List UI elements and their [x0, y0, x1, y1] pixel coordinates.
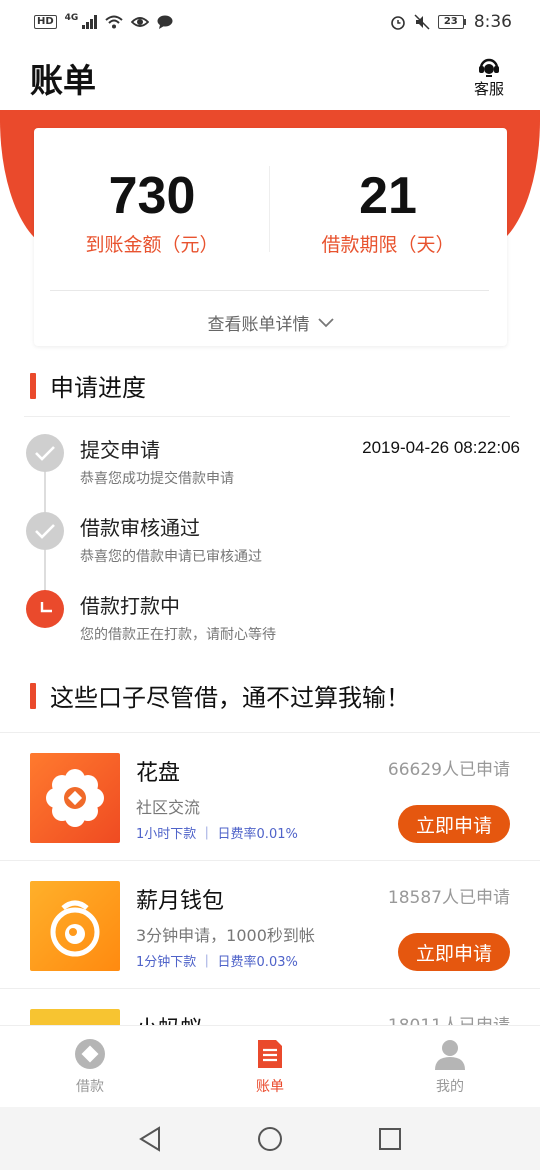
loan-tagline: 3分钟申请，1000秒到帐 — [136, 926, 315, 945]
check-icon — [26, 434, 64, 472]
view-bill-details-label: 查看账单详情 — [207, 315, 310, 335]
step-title: 提交申请 — [80, 438, 160, 462]
apply-now-button[interactable]: 立即申请 — [398, 933, 510, 971]
battery-icon: 23 — [437, 15, 466, 29]
clock-icon — [26, 590, 64, 628]
progress-step-disbursing: 借款打款中 您的借款正在打款，请耐心等待 — [26, 590, 526, 650]
loan-name: 小蚂蚁 — [136, 1011, 202, 1025]
progress-section-header: 申请进度 — [30, 368, 146, 403]
recents-button[interactable] — [370, 1119, 410, 1159]
clock: 8:36 — [473, 12, 512, 32]
term-value: 21 — [359, 167, 417, 225]
loan-icon — [75, 1039, 105, 1069]
section-accent-bar — [30, 372, 36, 399]
wifi-icon — [105, 15, 123, 29]
back-button[interactable] — [130, 1119, 170, 1159]
amount-label: 到账金额（元） — [85, 234, 219, 256]
progress-step-approved: 借款审核通过 恭喜您的借款申请已审核通过 — [26, 512, 526, 572]
promo-section-title: 这些口子尽管借，通不过算我输！ — [50, 684, 410, 712]
step-description: 您的借款正在打款，请耐心等待 — [80, 627, 276, 643]
list-item[interactable]: 花盘 社区交流 1小时下款 ｜ 日费率0.01% 66629人已申请 立即申请 — [0, 733, 540, 861]
bottom-tab-bar: 借款 账单 我的 — [0, 1025, 540, 1107]
app-header: 账单 客服 — [0, 44, 540, 110]
page-title: 账单 — [30, 61, 96, 100]
eye-icon — [131, 17, 150, 27]
wallet-logo-icon — [30, 881, 120, 971]
list-item[interactable]: 小蚂蚁 18011人已申请 — [0, 989, 540, 1025]
step-title: 借款打款中 — [80, 594, 180, 618]
section-accent-bar — [30, 682, 36, 709]
progress-step-submitted: 提交申请 恭喜您成功提交借款申请 2019-04-26 08:22:06 — [26, 434, 526, 494]
progress-divider — [24, 416, 510, 417]
tab-loan[interactable]: 借款 — [0, 1026, 180, 1107]
chevron-down-icon — [317, 317, 334, 327]
step-title: 借款审核通过 — [80, 516, 200, 540]
progress-section-title: 申请进度 — [50, 374, 146, 402]
applicant-count: 18011人已申请 — [388, 1011, 510, 1025]
term-label: 借款期限（天） — [321, 234, 455, 256]
list-item[interactable]: 薪月钱包 3分钟申请，1000秒到帐 1分钟下款 ｜ 日费率0.03% 1858… — [0, 861, 540, 989]
recents-square-icon — [379, 1127, 401, 1150]
amount-value: 730 — [108, 167, 196, 225]
apply-now-button[interactable]: 立即申请 — [398, 805, 510, 843]
check-icon — [26, 512, 64, 550]
tab-label: 账单 — [256, 1079, 284, 1095]
signal-icon — [82, 15, 98, 29]
loan-meta: 1分钟下款 ｜ 日费率0.03% — [136, 955, 298, 970]
home-circle-icon — [258, 1126, 282, 1151]
back-triangle-icon — [139, 1125, 160, 1152]
bill-summary-card: 730 到账金额（元） 21 借款期限（天） 查看账单详情 — [34, 128, 507, 346]
card-divider — [50, 290, 489, 291]
applicant-count: 66629人已申请 — [387, 760, 510, 780]
bill-icon — [258, 1040, 282, 1068]
step-description: 恭喜您的借款申请已审核通过 — [80, 549, 262, 565]
loan-name: 花盘 — [136, 761, 181, 786]
amount-stat: 730 到账金额（元） — [34, 168, 270, 257]
mute-icon — [414, 14, 430, 30]
status-bar-left: HD 4G — [34, 13, 173, 29]
network-type: 4G — [64, 13, 79, 23]
loan-meta: 1小时下款 ｜ 日费率0.01% — [136, 827, 298, 842]
ant-logo-icon — [30, 1009, 120, 1025]
headset-icon — [478, 58, 499, 77]
system-navigation-bar — [0, 1107, 540, 1170]
term-stat: 21 借款期限（天） — [270, 168, 506, 257]
applicant-count: 18587人已申请 — [387, 888, 510, 908]
status-bar-right: 23 8:36 — [390, 12, 512, 32]
loan-tagline: 社区交流 — [136, 798, 201, 817]
home-button[interactable] — [250, 1119, 290, 1159]
alarm-icon — [391, 16, 405, 30]
tab-label: 我的 — [436, 1079, 464, 1095]
step-description: 恭喜您成功提交借款申请 — [80, 471, 234, 487]
huapan-logo-icon — [30, 753, 120, 843]
loan-product-list: 花盘 社区交流 1小时下款 ｜ 日费率0.01% 66629人已申请 立即申请 … — [0, 732, 540, 1025]
battery-level: 23 — [437, 15, 464, 29]
status-bar: HD 4G 23 8:36 — [0, 0, 540, 44]
tab-profile[interactable]: 我的 — [360, 1026, 540, 1107]
hd-badge: HD — [34, 15, 57, 29]
profile-icon — [435, 1040, 465, 1070]
customer-service-button[interactable]: 客服 — [474, 56, 504, 99]
promo-section-header: 这些口子尽管借，通不过算我输！ — [30, 678, 410, 713]
chat-icon — [157, 15, 173, 29]
tab-bill[interactable]: 账单 — [180, 1026, 360, 1107]
step-timestamp: 2019-04-26 08:22:06 — [362, 438, 520, 457]
view-bill-details-link[interactable]: 查看账单详情 — [34, 310, 507, 335]
tab-label: 借款 — [76, 1079, 104, 1095]
customer-service-label: 客服 — [473, 80, 504, 98]
loan-name: 薪月钱包 — [136, 889, 225, 914]
